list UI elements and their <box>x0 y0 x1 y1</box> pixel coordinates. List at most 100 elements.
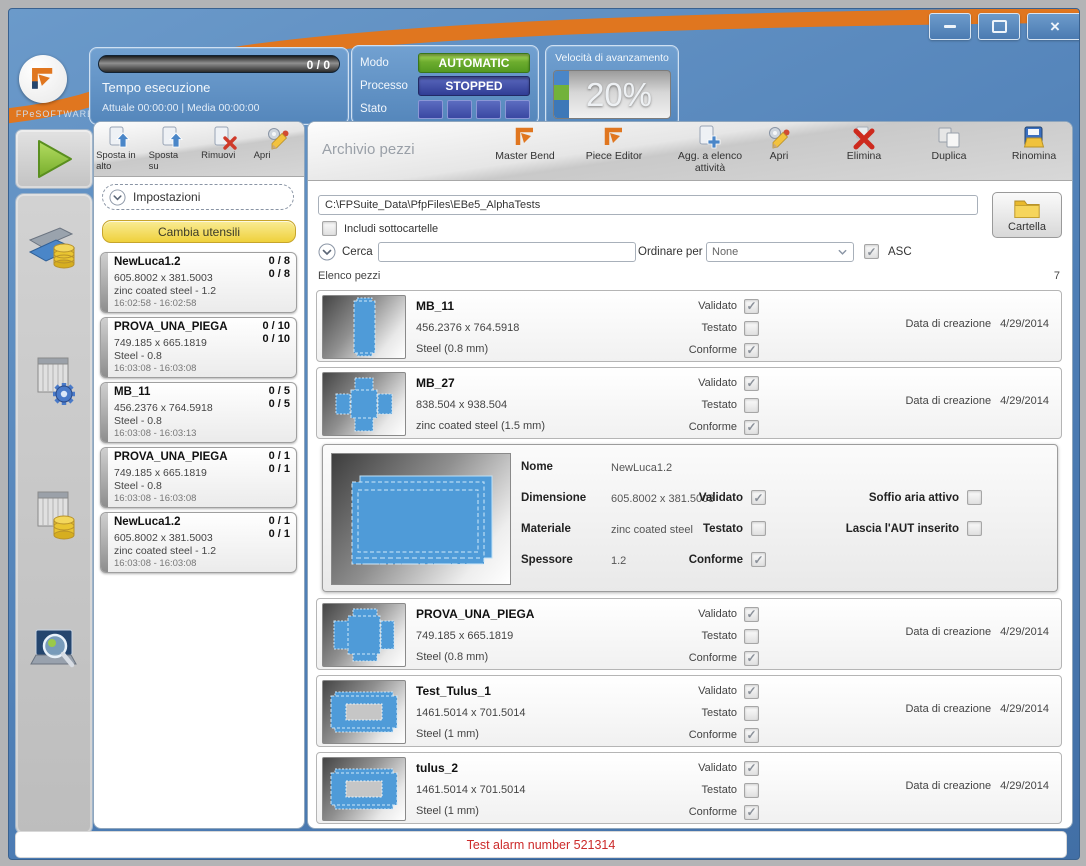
piece-checks: Validato Testato Conforme <box>645 295 759 361</box>
sidebar-item-tool-setup[interactable] <box>26 352 82 408</box>
move-up-label: Sposta su <box>149 151 197 173</box>
move-up-button[interactable]: Sposta su <box>147 122 200 176</box>
move-to-top-label: Sposta in alto <box>96 151 144 173</box>
piece-editor-button[interactable]: Piece Editor <box>576 124 652 178</box>
job-name: NewLuca1.2 <box>114 516 180 528</box>
brand-text: FPeSOFTWARE <box>11 109 99 119</box>
job-card[interactable]: NewLuca1.2 0 / 10 / 1 605.8002 x 381.500… <box>100 512 297 573</box>
job-queue-panel: Sposta in alto Sposta su Rimuovi <box>93 121 305 829</box>
fp-arrow-icon <box>512 124 538 150</box>
modo-value: AUTOMATIC <box>418 53 530 73</box>
sidebar-item-tool-archive[interactable] <box>26 486 82 542</box>
piece-row[interactable]: MB_11 456.2376 x 764.5918 Steel (0.8 mm)… <box>316 290 1062 362</box>
testato-checkbox[interactable] <box>744 321 759 336</box>
conforme-checkbox[interactable] <box>744 343 759 358</box>
job-card[interactable]: MB_11 0 / 50 / 5 456.2376 x 764.5918 Ste… <box>100 382 297 443</box>
close-icon: × <box>1050 18 1060 35</box>
validato-checkbox[interactable] <box>744 299 759 314</box>
testato-checkbox[interactable] <box>744 398 759 413</box>
open-job-button[interactable]: Apri <box>252 122 305 176</box>
open-piece-button[interactable]: Apri <box>741 124 817 178</box>
add-to-task-list-button[interactable]: Agg. a elenco attività <box>672 124 748 178</box>
change-tools-button[interactable]: Cambia utensili <box>102 220 296 243</box>
conforme-checkbox[interactable] <box>744 651 759 666</box>
piece-material: Steel (0.8 mm) <box>416 343 488 355</box>
include-subfolders-checkbox[interactable] <box>322 221 337 236</box>
document-up-arrow-icon <box>160 125 186 151</box>
speed-display: 20% <box>553 70 671 119</box>
order-by-value: None <box>712 246 738 258</box>
job-size: 749.185 x 665.1819 <box>114 467 207 479</box>
validato-checkbox[interactable] <box>744 607 759 622</box>
testato-label: Testato <box>645 399 737 411</box>
date-label: Data di creazione <box>905 395 991 407</box>
conforme-checkbox[interactable] <box>744 420 759 435</box>
sidebar-item-piece-archive[interactable] <box>26 216 82 272</box>
conforme-checkbox[interactable] <box>751 552 766 567</box>
processo-value: STOPPED <box>418 76 530 96</box>
piece-size: 456.2376 x 764.5918 <box>416 322 519 334</box>
job-size: 605.8002 x 381.5003 <box>114 272 213 284</box>
job-counts: 0 / 100 / 10 <box>262 320 290 346</box>
conforme-label: Conforme <box>645 344 737 356</box>
archive-title: Archivio pezzi <box>322 141 415 158</box>
validato-checkbox[interactable] <box>744 376 759 391</box>
validato-checkbox[interactable] <box>744 684 759 699</box>
job-card[interactable]: NewLuca1.2 0 / 80 / 8 605.8002 x 381.500… <box>100 252 297 313</box>
alarm-bar[interactable]: Test alarm number 521314 <box>15 831 1067 858</box>
testato-checkbox[interactable] <box>751 521 766 536</box>
piece-row[interactable]: MB_27 838.504 x 938.504 zinc coated stee… <box>316 367 1062 439</box>
piece-checks: Validato Testato Conforme <box>645 603 759 669</box>
maximize-button[interactable] <box>978 13 1020 40</box>
job-size: 456.2376 x 764.5918 <box>114 402 213 414</box>
rename-book-folder-icon <box>1021 124 1047 150</box>
validato-checkbox[interactable] <box>751 490 766 505</box>
start-button[interactable] <box>15 129 93 189</box>
piece-material: Steel (1 mm) <box>416 805 479 817</box>
testato-label: Testato <box>645 784 737 796</box>
conforme-checkbox[interactable] <box>744 805 759 820</box>
soffio-aria-checkbox[interactable] <box>967 490 982 505</box>
job-material: Steel - 0.8 <box>114 480 162 492</box>
piece-row[interactable]: tulus_2 1461.5014 x 701.5014 Steel (1 mm… <box>316 752 1062 824</box>
duplicate-piece-button[interactable]: Duplica <box>911 124 987 178</box>
asc-checkbox[interactable] <box>864 244 879 259</box>
search-input[interactable] <box>378 242 636 262</box>
testato-checkbox[interactable] <box>744 783 759 798</box>
sidebar-item-diagnostics[interactable] <box>26 622 82 678</box>
piece-row[interactable]: Test_Tulus_1 1461.5014 x 701.5014 Steel … <box>316 675 1062 747</box>
job-card[interactable]: PROVA_UNA_PIEGA 0 / 10 / 1 749.185 x 665… <box>100 447 297 508</box>
piece-row[interactable]: PROVA_UNA_PIEGA 749.185 x 665.1819 Steel… <box>316 598 1062 670</box>
order-by-select[interactable]: None <box>706 242 854 262</box>
conforme-checkbox[interactable] <box>744 728 759 743</box>
move-to-top-button[interactable]: Sposta in alto <box>94 122 147 176</box>
job-name: NewLuca1.2 <box>114 256 180 268</box>
minimize-button[interactable] <box>929 13 971 40</box>
folder-path-input[interactable] <box>318 195 978 215</box>
speed-panel: Velocità di avanzamento 20% <box>545 45 679 127</box>
remove-button[interactable]: Rimuovi <box>199 122 252 176</box>
job-material: zinc coated steel - 1.2 <box>114 545 216 557</box>
settings-label: Impostazioni <box>133 190 200 204</box>
validato-checkbox[interactable] <box>744 761 759 776</box>
diagnostics-search-icon <box>26 622 82 678</box>
execution-panel: 0 / 0 Tempo esecuzione Attuale 00:00:00 … <box>89 47 349 125</box>
choose-folder-button[interactable]: Cartella <box>992 192 1062 238</box>
testato-checkbox[interactable] <box>744 629 759 644</box>
choose-folder-label: Cartella <box>1008 221 1046 233</box>
close-button[interactable]: × <box>1027 13 1080 40</box>
piece-material: Steel (1 mm) <box>416 728 479 740</box>
piece-detail-panel[interactable]: Nome NewLuca1.2 Dimensione 605.8002 x 38… <box>322 444 1058 592</box>
master-bend-button[interactable]: Master Bend <box>487 124 563 178</box>
delete-piece-button[interactable]: Elimina <box>826 124 902 178</box>
piece-thumbnail <box>322 680 406 744</box>
chevron-down-icon[interactable] <box>318 243 336 261</box>
job-card[interactable]: PROVA_UNA_PIEGA 0 / 100 / 10 749.185 x 6… <box>100 317 297 378</box>
settings-expander[interactable]: Impostazioni <box>102 184 294 210</box>
include-subfolders-label: Includi sottocartelle <box>344 223 438 235</box>
rename-piece-button[interactable]: Rinomina <box>996 124 1072 178</box>
lascia-aut-checkbox[interactable] <box>967 521 982 536</box>
testato-checkbox[interactable] <box>744 706 759 721</box>
stato-segment <box>505 100 530 119</box>
play-icon <box>29 136 79 182</box>
